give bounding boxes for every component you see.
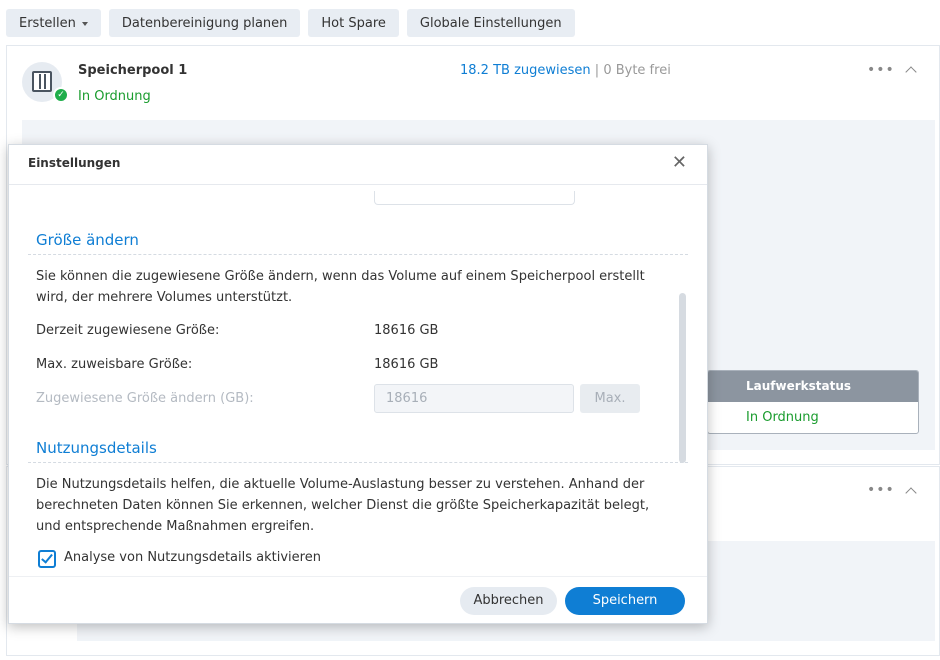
settings-dialog: Einstellungen ✕ Größe ändern Sie können … (8, 144, 708, 624)
create-button[interactable]: Erstellen (6, 9, 101, 37)
usage-analysis-checkbox[interactable] (38, 550, 56, 568)
usage-section-title: Nutzungsdetails (36, 439, 157, 457)
section-divider (28, 254, 688, 255)
close-icon[interactable]: ✕ (672, 154, 687, 172)
usage-analysis-label[interactable]: Analyse von Nutzungsdetails aktivieren (64, 550, 321, 565)
cancel-button[interactable]: Abbrechen (460, 587, 557, 615)
storage-pool-icon: ✓ (22, 62, 69, 103)
pool-allocation: 18.2 TB zugewiesen | 0 Byte frei (460, 63, 671, 78)
hot-spare-button[interactable]: Hot Spare (308, 9, 399, 37)
dialog-title: Einstellungen (28, 156, 121, 170)
caret-down-icon (81, 21, 88, 26)
previous-field-edge (374, 191, 575, 205)
more-options-icon[interactable]: ••• (867, 482, 895, 498)
checkmark-icon (41, 551, 53, 564)
free-space: 0 Byte frei (603, 63, 671, 78)
max-size-value: 18616 GB (374, 357, 439, 372)
data-cleanup-button[interactable]: Datenbereinigung planen (108, 9, 301, 37)
scrollbar[interactable] (679, 293, 686, 463)
create-button-label: Erstellen (19, 15, 76, 31)
current-size-value: 18616 GB (374, 323, 439, 338)
usage-description: Die Nutzungsdetails helfen, die aktuelle… (36, 477, 650, 534)
status-ok-icon: ✓ (53, 87, 69, 103)
drive-status-header: Laufwerkstatus (708, 371, 918, 402)
resize-section-title: Größe ändern (36, 231, 139, 249)
more-options-icon[interactable]: ••• (867, 62, 895, 78)
collapse-icon[interactable] (905, 66, 917, 78)
max-size-label: Max. zuweisbare Größe: (36, 357, 193, 372)
drive-status-table: Laufwerkstatus In Ordnung (707, 370, 919, 434)
dialog-header: Einstellungen ✕ (9, 145, 707, 185)
toolbar: Erstellen Datenbereinigung planen Hot Sp… (6, 9, 575, 37)
save-button[interactable]: Speichern (565, 587, 685, 615)
allocated-link[interactable]: 18.2 TB zugewiesen (460, 63, 591, 78)
pool-status: In Ordnung (78, 89, 151, 104)
section-divider (28, 462, 688, 463)
current-size-label: Derzeit zugewiesene Größe: (36, 323, 220, 338)
global-settings-button[interactable]: Globale Einstellungen (406, 9, 575, 37)
change-size-input[interactable]: 18616 (374, 384, 574, 413)
pool-title: Speicherpool 1 (78, 63, 188, 78)
drive-status-value: In Ordnung (746, 410, 819, 425)
collapse-icon[interactable] (905, 487, 917, 499)
resize-description: Sie können die zugewiesene Größe ändern,… (36, 269, 645, 305)
allocation-separator: | (594, 63, 600, 78)
change-size-label: Zugewiesene Größe ändern (GB): (36, 391, 254, 406)
max-button[interactable]: Max. (580, 384, 640, 413)
footer-divider (9, 576, 707, 577)
